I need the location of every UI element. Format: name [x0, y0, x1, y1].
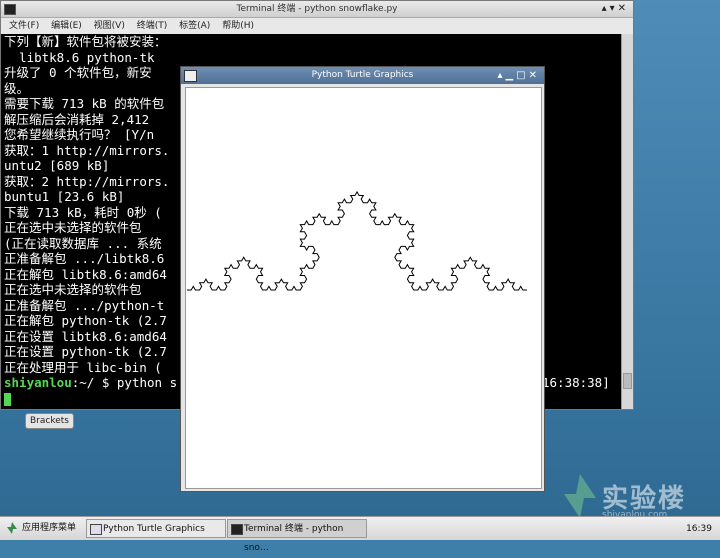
prompt-time: 16:38:38]	[542, 375, 610, 390]
turtle-window-controls[interactable]: ▴▁□✕	[497, 67, 540, 84]
koch-snowflake-drawing	[187, 190, 527, 291]
prompt-user: shiyanlou	[4, 375, 72, 390]
terminal-titlebar[interactable]: Terminal 终端 - python snowflake.py ▴▾✕	[1, 1, 633, 18]
turtle-canvas[interactable]	[185, 87, 542, 489]
menu-terminal[interactable]: 终端(T)	[137, 21, 168, 31]
taskbar-task-label: Python Turtle Graphics	[103, 524, 205, 534]
taskbar-turtle-window[interactable]: Python Turtle Graphics	[86, 519, 226, 538]
terminal-scrollbar[interactable]	[621, 34, 633, 409]
menu-view[interactable]: 视图(V)	[94, 21, 125, 31]
taskbar-terminal-window[interactable]: Terminal 终端 - python sno…	[227, 519, 367, 553]
shiyanlou-watermark: 实验楼 shiyanlou.com	[560, 470, 700, 520]
prompt-command: :~/ $ python s	[71, 375, 178, 390]
terminal-icon	[231, 524, 243, 535]
applications-menu-label: 应用程序菜单	[22, 523, 77, 533]
koch-curve	[187, 190, 527, 291]
clock: 16:39	[686, 524, 712, 534]
taskbar-task-label: Terminal 终端 - python sno…	[244, 524, 344, 553]
menu-edit[interactable]: 编辑(E)	[51, 21, 82, 31]
app-menu-icon	[7, 522, 17, 534]
menu-tabs[interactable]: 标签(A)	[179, 21, 210, 31]
turtle-title: Python Turtle Graphics	[311, 70, 414, 80]
terminal-menubar: 文件(F) 编辑(E) 视图(V) 终端(T) 标签(A) 帮助(H)	[1, 18, 633, 35]
menu-file[interactable]: 文件(F)	[9, 21, 39, 31]
turtle-window[interactable]: Python Turtle Graphics ▴▁□✕	[180, 66, 545, 492]
applications-menu-button[interactable]: 应用程序菜单	[4, 520, 76, 537]
terminal-line: 下列【新】软件包将被安装：	[4, 34, 167, 49]
terminal-line: libtk8.6 python-tk	[4, 49, 155, 65]
shiyanlou-logo-icon	[564, 474, 596, 518]
turtle-titlebar[interactable]: Python Turtle Graphics ▴▁□✕	[181, 67, 544, 84]
window-icon	[90, 524, 102, 535]
terminal-window-controls[interactable]: ▴▾✕	[602, 1, 629, 17]
brackets-tooltip: Brackets	[25, 413, 74, 429]
taskbar: 应用程序菜单 Python Turtle Graphics Terminal 终…	[0, 516, 720, 553]
turtle-window-icon	[184, 70, 197, 82]
terminal-icon	[4, 4, 16, 15]
terminal-scrollbar-thumb[interactable]	[623, 373, 632, 389]
terminal-cursor	[4, 392, 11, 406]
terminal-title: Terminal 终端 - python snowflake.py	[236, 4, 398, 14]
menu-help[interactable]: 帮助(H)	[222, 21, 254, 31]
